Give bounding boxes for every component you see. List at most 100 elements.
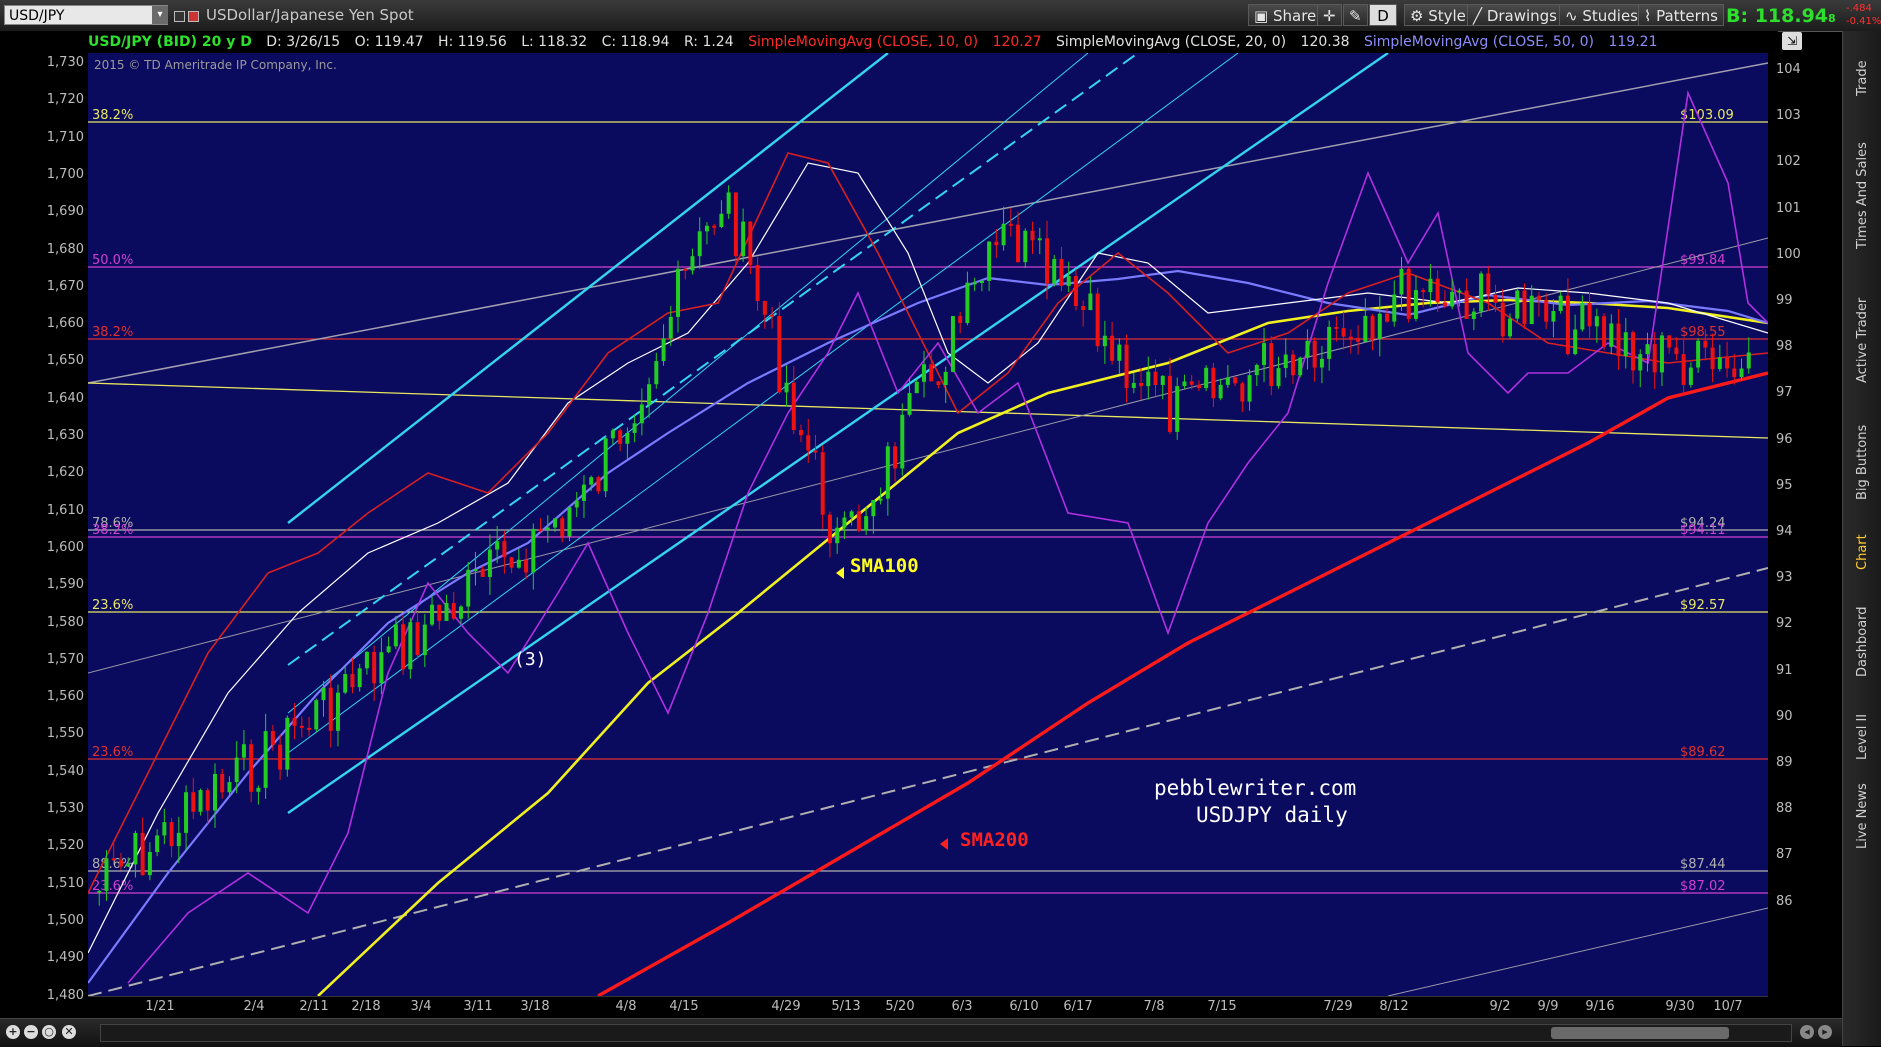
- candle-body: [176, 832, 181, 847]
- zoom-in-icon[interactable]: +: [6, 1025, 20, 1039]
- right-axis-tick: 89: [1776, 755, 1793, 770]
- candle-body: [958, 316, 963, 324]
- right-axis-tick: 98: [1776, 339, 1793, 355]
- candle-body: [263, 731, 268, 788]
- right-axis-tick: 94: [1776, 524, 1793, 539]
- candle-body: [379, 652, 384, 684]
- left-axis-tick: 1,580: [46, 614, 84, 630]
- left-axis-tick: 1,700: [46, 166, 84, 182]
- candle-body: [1298, 357, 1303, 376]
- candle-body: [126, 864, 131, 867]
- left-axis-tick: 1,730: [46, 55, 84, 70]
- studies-icon: ∿: [1565, 7, 1578, 25]
- candle-body: [1319, 358, 1324, 368]
- crosshair-button[interactable]: ✛: [1317, 4, 1342, 26]
- wrench-button[interactable]: ✎: [1343, 4, 1368, 26]
- candle-body: [878, 498, 883, 501]
- time-axis-tick: 4/15: [669, 999, 699, 1014]
- left-axis-tick: 1,560: [46, 689, 84, 705]
- candle-body: [328, 687, 333, 731]
- candle-body: [1262, 343, 1267, 365]
- tab-big-buttons[interactable]: Big Buttons: [1845, 407, 1880, 517]
- left-axis-tick: 1,610: [46, 502, 84, 518]
- change-percent: -0.41%: [1846, 16, 1881, 27]
- tab-active-trader[interactable]: Active Trader: [1845, 275, 1880, 405]
- left-axis-tick: 1,710: [46, 129, 84, 145]
- candle-body: [1471, 311, 1476, 319]
- drawings-button[interactable]: ╱ Drawings: [1467, 4, 1564, 26]
- candle-body: [1377, 313, 1382, 339]
- candle-body: [1623, 332, 1628, 357]
- tab-dashboard[interactable]: Dashboard: [1845, 587, 1880, 697]
- study-sma10[interactable]: SimpleMovingAvg (CLOSE, 10, 0): [748, 34, 978, 50]
- scroll-left-icon[interactable]: ◂: [1800, 1025, 1814, 1039]
- candle-body: [726, 192, 731, 214]
- candle-body: [212, 773, 217, 811]
- time-axis-tick: 3/18: [520, 999, 550, 1014]
- candle-body: [610, 430, 615, 439]
- tab-trade[interactable]: Trade: [1845, 39, 1880, 117]
- sma200-label: SMA200: [960, 829, 1029, 851]
- d-button[interactable]: D: [1369, 4, 1397, 26]
- left-axis-tick: 1,570: [46, 651, 84, 667]
- symbol-dropdown-icon[interactable]: ▾: [152, 6, 168, 24]
- tab-live-news[interactable]: Live News: [1845, 771, 1880, 861]
- time-scrollbar[interactable]: [100, 1024, 1792, 1042]
- left-axis-tick: 1,640: [46, 390, 84, 406]
- candle-body: [314, 700, 319, 730]
- time-axis: 1/21 2/4 2/11 2/18 3/4 3/11 3/18 4/8 4/15 4/29 5/1…: [88, 996, 1768, 1019]
- left-axis-tick: 1,620: [46, 465, 84, 481]
- candle-body: [987, 241, 992, 281]
- candle-body: [1536, 295, 1541, 300]
- patterns-button[interactable]: ⌇ Patterns: [1638, 4, 1724, 26]
- candle-body: [1189, 381, 1194, 385]
- candle-body: [864, 516, 869, 531]
- candle-body: [162, 822, 167, 836]
- candle-body: [900, 414, 905, 469]
- studies-button[interactable]: ∿ Studies: [1559, 4, 1645, 26]
- candle-body: [1283, 354, 1288, 369]
- style-button[interactable]: ⚙ Style: [1404, 4, 1472, 26]
- fib-price-label: $92.57: [1680, 598, 1726, 613]
- tab-level-ii[interactable]: Level II: [1845, 697, 1880, 777]
- right-axis-tick: 97: [1776, 385, 1793, 401]
- scroll-thumb[interactable]: [1551, 1027, 1729, 1039]
- zoom-fit-icon[interactable]: ✕: [62, 1025, 76, 1039]
- link-icon[interactable]: [174, 11, 185, 22]
- tab-times-and-sales[interactable]: Times And Sales: [1845, 121, 1880, 271]
- price-chart[interactable]: 38.2% $103.09 50.0% $99.84 38.2% $98.55 78.6% $…: [88, 53, 1768, 996]
- candle-body: [249, 744, 254, 792]
- candle-body: [1044, 238, 1049, 284]
- wrench-icon: ✎: [1349, 7, 1362, 25]
- left-axis-tick: 1,720: [46, 92, 84, 108]
- study-sma20[interactable]: SimpleMovingAvg (CLOSE, 20, 0): [1056, 34, 1286, 50]
- fib-price-label: $103.09: [1680, 108, 1734, 123]
- candle-body: [733, 192, 738, 257]
- candle-body: [625, 432, 630, 444]
- candle-body: [1594, 316, 1599, 327]
- candle-body: [241, 744, 246, 758]
- candle-body: [748, 221, 753, 266]
- expand-icon[interactable]: ⇲: [1782, 32, 1802, 50]
- candle-body: [1551, 311, 1556, 322]
- zoom-out-icon[interactable]: −: [24, 1025, 38, 1039]
- left-axis-tick: 1,660: [46, 316, 84, 332]
- symbol-selector[interactable]: USD/JPY: [4, 5, 168, 25]
- fib-price-label: $87.44: [1680, 857, 1726, 872]
- share-button[interactable]: ▣ Share: [1248, 4, 1323, 26]
- candle-body: [885, 446, 890, 499]
- candle-body: [770, 314, 775, 317]
- right-axis-tick: 93: [1776, 570, 1793, 586]
- candle-body: [307, 727, 312, 730]
- candle-body: [676, 268, 681, 317]
- tab-chart[interactable]: Chart: [1845, 517, 1880, 587]
- candle-body: [401, 624, 406, 670]
- scroll-right-icon[interactable]: ▸: [1818, 1025, 1832, 1039]
- zoom-reset-icon[interactable]: ○: [42, 1025, 56, 1039]
- bar-open: O: 119.47: [354, 34, 424, 50]
- study-sma50[interactable]: SimpleMovingAvg (CLOSE, 50, 0): [1364, 34, 1594, 50]
- alert-icon[interactable]: [188, 11, 199, 22]
- sma200-arrow-icon: [940, 838, 948, 850]
- candle-body: [343, 674, 348, 693]
- right-axis-tick: 95: [1776, 477, 1793, 493]
